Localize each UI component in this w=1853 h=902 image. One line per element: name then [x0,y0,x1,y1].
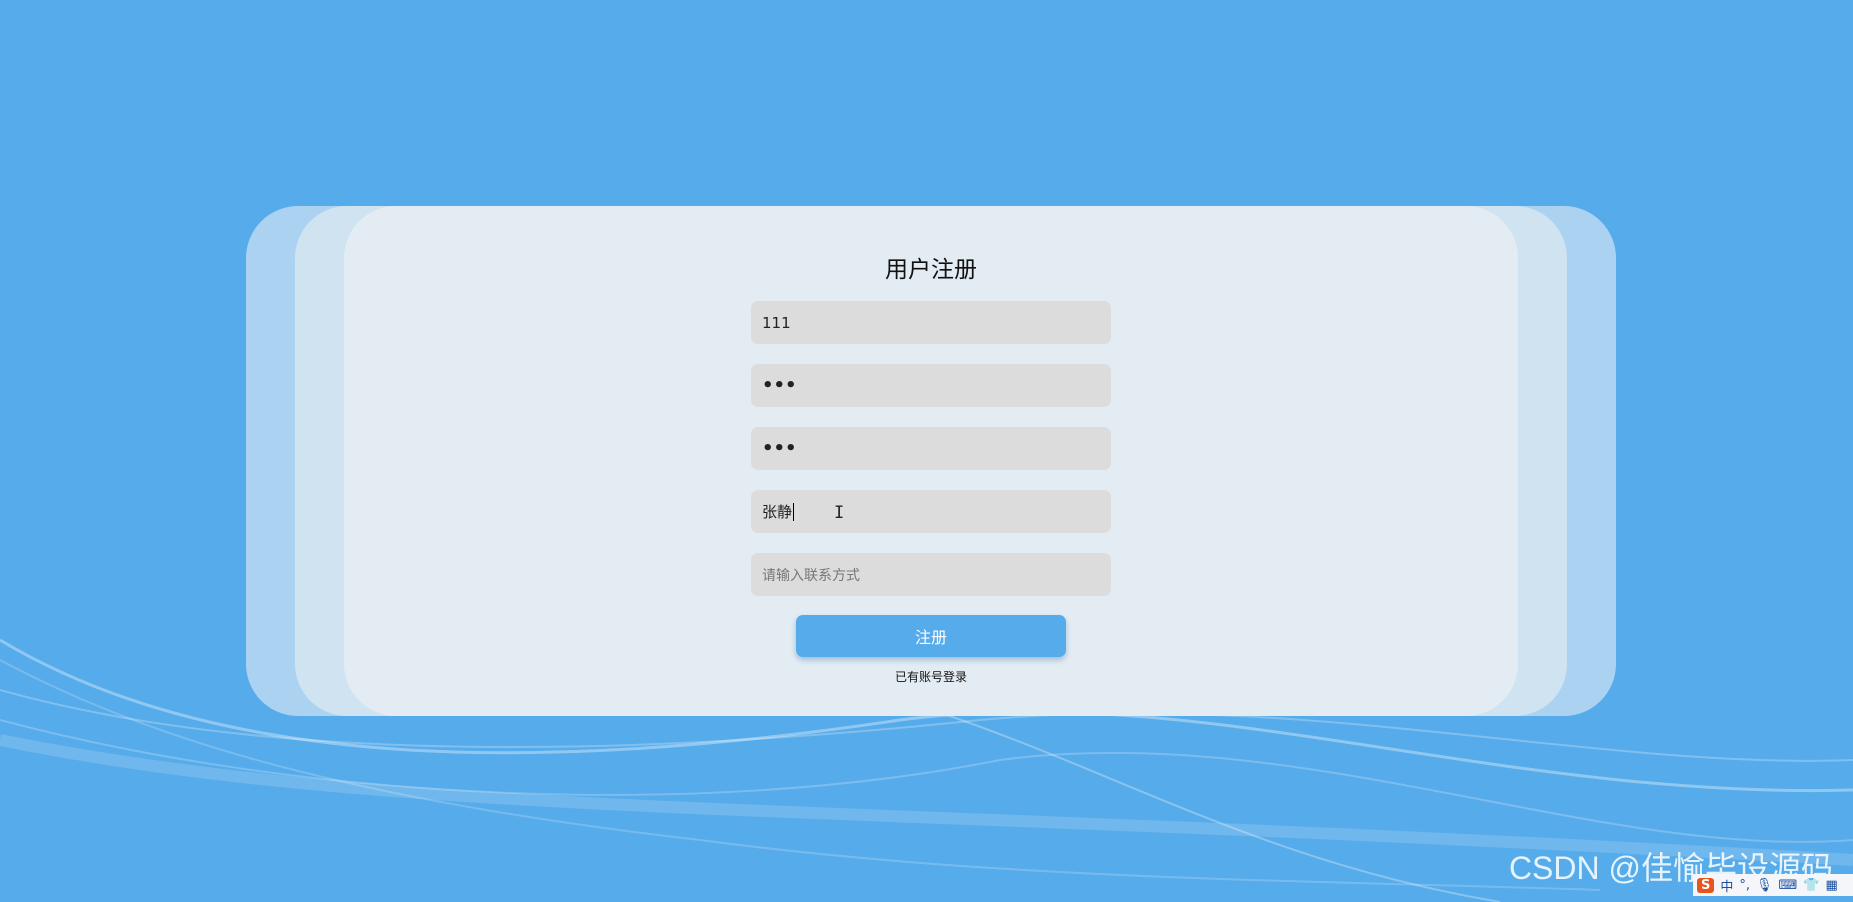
username-input[interactable]: 111 [751,301,1111,344]
password-value: ••• [762,375,797,396]
name-value: 张静 [762,503,793,521]
page-background: { "form": { "title": "用户注册", "username_v… [0,0,1853,902]
text-caret [793,502,795,521]
punctuation-icon[interactable]: °, [1739,878,1750,893]
name-input[interactable]: 张静 [751,490,1111,533]
username-value: 111 [762,313,791,332]
i-beam-cursor-icon: I [834,503,845,523]
login-link[interactable]: 已有账号登录 [751,668,1111,685]
keyboard-icon[interactable]: ⌨ [1779,878,1798,893]
ime-toolbar[interactable]: S 中 °, 🎙 ⌨ 👕 ▦ [1693,874,1853,896]
contact-placeholder: 请输入联系方式 [762,567,860,584]
register-button[interactable]: 注册 [796,615,1066,657]
grid-icon[interactable]: ▦ [1826,878,1838,893]
password-input[interactable]: ••• [751,364,1111,407]
microphone-icon[interactable]: 🎙 [1756,878,1773,893]
confirm-password-input[interactable]: ••• [751,427,1111,470]
form-title: 用户注册 [885,257,977,283]
ime-mode[interactable]: 中 [1720,876,1733,895]
contact-input[interactable]: 请输入联系方式 [751,553,1111,596]
ime-logo-icon[interactable]: S [1697,877,1715,893]
confirm-password-value: ••• [762,438,797,459]
skin-icon[interactable]: 👕 [1803,878,1819,893]
